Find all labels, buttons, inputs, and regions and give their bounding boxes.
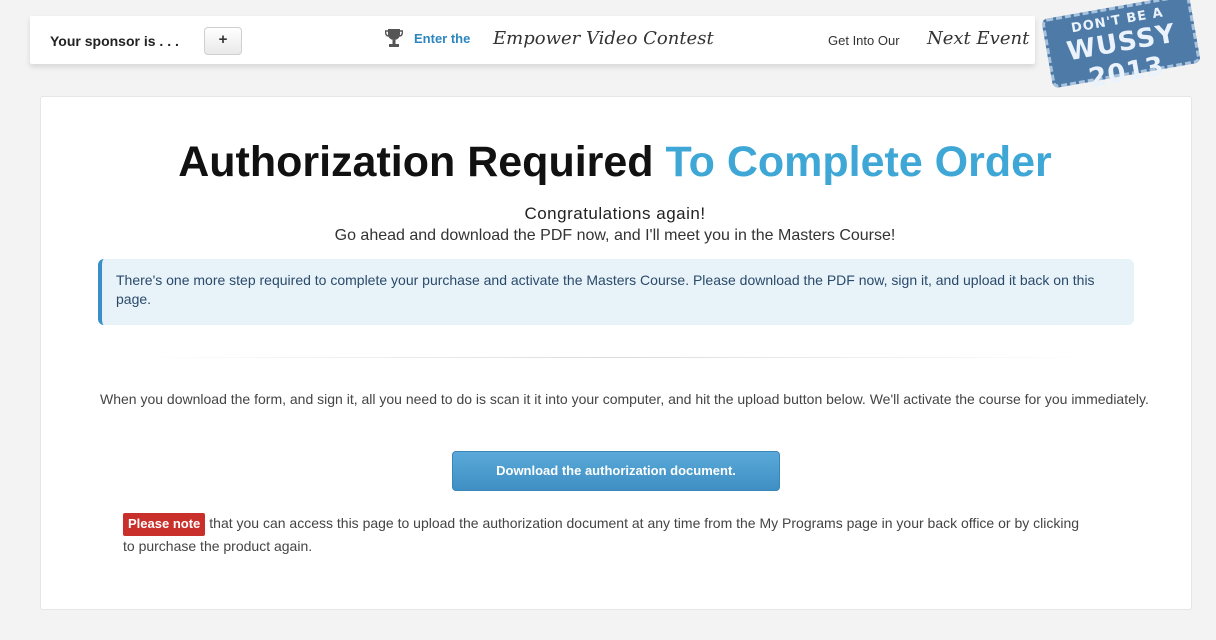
sponsor-label: Your sponsor is . . . — [50, 33, 179, 49]
contest-name-link[interactable]: Empower Video Contest — [493, 28, 714, 49]
info-alert: There's one more step required to comple… — [98, 259, 1134, 325]
badge-stamp: DON'T BE A WUSSY 2013 — [1041, 0, 1201, 94]
divider — [140, 357, 1090, 358]
event-link-prefix[interactable]: Get Into Our — [828, 33, 900, 48]
congrats-text: Congratulations again! — [524, 204, 706, 223]
title-part2: To Complete Order — [665, 138, 1052, 186]
contest-link[interactable]: Enter the — [414, 31, 470, 46]
next-event-link[interactable]: Next Event — [927, 28, 1029, 49]
note-paragraph: Please note that you can access this page… — [123, 513, 1083, 556]
page-title: Authorization Required To Complete Order — [0, 138, 1216, 187]
title-part1: Authorization Required — [178, 138, 654, 186]
trophy-icon — [385, 29, 403, 47]
please-note-badge: Please note — [123, 513, 206, 536]
download-document-button[interactable]: Download the authorization document. — [452, 451, 780, 491]
subline-text: Go ahead and download the PDF now, and I… — [334, 227, 896, 244]
wussy-2013-badge[interactable]: DON'T BE A WUSSY 2013 — [1041, 0, 1201, 94]
sponsor-add-button[interactable]: + — [204, 27, 242, 55]
note-text: that you can access this page to upload … — [123, 515, 1080, 554]
top-bar: Your sponsor is . . . + Enter the Empowe… — [0, 0, 1216, 94]
instructions-text: When you download the form, and sign it,… — [100, 391, 1149, 407]
